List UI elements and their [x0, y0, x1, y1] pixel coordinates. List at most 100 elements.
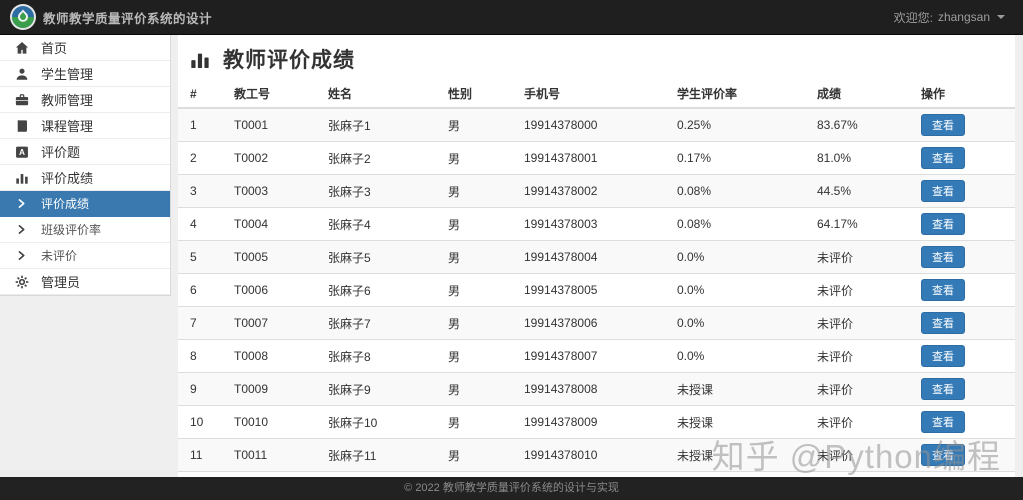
- sidebar-item-label: 评价题: [41, 142, 80, 161]
- sidebar-item-5[interactable]: A 评价题: [0, 139, 170, 165]
- sidebar-item-4[interactable]: 课程管理: [0, 113, 170, 139]
- copyright-text: © 2022 教师教学质量评价系统的设计与实现: [404, 482, 619, 494]
- view-button[interactable]: 查看: [921, 411, 965, 433]
- column-header-7: 成绩: [809, 80, 913, 108]
- cell-教工号: T0001: [226, 108, 320, 142]
- cell-成绩: 未评价: [809, 307, 913, 340]
- cell-#: 8: [178, 340, 226, 373]
- column-header-8: 操作: [913, 80, 1015, 108]
- cell-手机号: 19914378006: [516, 307, 669, 340]
- view-button[interactable]: 查看: [921, 345, 965, 367]
- username: zhangsan: [938, 10, 990, 24]
- book-icon: [14, 118, 29, 133]
- cell-actions: 查看: [913, 241, 1015, 274]
- sidebar-item-2[interactable]: 学生管理: [0, 61, 170, 87]
- view-button[interactable]: 查看: [921, 180, 965, 202]
- table-row: 2T0002张麻子2男199143780010.17%81.0%查看: [178, 142, 1015, 175]
- view-button[interactable]: 查看: [921, 279, 965, 301]
- sidebar-item-8[interactable]: 班级评价率: [0, 217, 170, 243]
- chevron-right-icon: [14, 222, 29, 237]
- cell-学生评价率: 0.08%: [669, 175, 809, 208]
- cell-教工号: T0003: [226, 175, 320, 208]
- cell-#: 11: [178, 439, 226, 472]
- sidebar-item-10[interactable]: 管理员: [0, 269, 170, 295]
- cell-教工号: T0011: [226, 439, 320, 472]
- cell-性别: 男: [440, 406, 516, 439]
- cell-教工号: T0008: [226, 340, 320, 373]
- cell-性别: 男: [440, 208, 516, 241]
- column-header-2: 教工号: [226, 80, 320, 108]
- briefcase-icon: [14, 92, 29, 107]
- cell-姓名: 张麻子10: [320, 406, 440, 439]
- cell-#: 6: [178, 274, 226, 307]
- cell-actions: 查看: [913, 340, 1015, 373]
- cell-教工号: T0009: [226, 373, 320, 406]
- cell-手机号: 19914378007: [516, 340, 669, 373]
- view-button[interactable]: 查看: [921, 147, 965, 169]
- sidebar-item-3[interactable]: 教师管理: [0, 87, 170, 113]
- cell-姓名: 张麻子2: [320, 142, 440, 175]
- chevron-right-icon: [14, 248, 29, 263]
- cell-学生评价率: 0.0%: [669, 274, 809, 307]
- table-row: 9T0009张麻子9男19914378008未授课未评价查看: [178, 373, 1015, 406]
- cell-手机号: 19914378002: [516, 175, 669, 208]
- cell-actions: 查看: [913, 142, 1015, 175]
- cell-actions: 查看: [913, 274, 1015, 307]
- table-row: 3T0003张麻子3男199143780020.08%44.5%查看: [178, 175, 1015, 208]
- column-header-3: 姓名: [320, 80, 440, 108]
- cell-学生评价率: 未授课: [669, 373, 809, 406]
- sidebar-item-9[interactable]: 未评价: [0, 243, 170, 269]
- cell-教工号: T0005: [226, 241, 320, 274]
- cell-成绩: 未评价: [809, 373, 913, 406]
- view-button[interactable]: 查看: [921, 378, 965, 400]
- cell-手机号: 19914378003: [516, 208, 669, 241]
- cell-教工号: T0006: [226, 274, 320, 307]
- view-button[interactable]: 查看: [921, 444, 965, 466]
- sidebar-item-7[interactable]: 评价成绩: [0, 191, 170, 217]
- cell-成绩: 未评价: [809, 340, 913, 373]
- page: 教师教学质量评价系统的设计 欢迎您: zhangsan 首页学生管理教师管理课程…: [0, 0, 1023, 500]
- gear-icon: [14, 274, 29, 289]
- cell-性别: 男: [440, 274, 516, 307]
- footer: © 2022 教师教学质量评价系统的设计与实现: [0, 477, 1023, 500]
- cell-手机号: 19914378010: [516, 439, 669, 472]
- cell-学生评价率: 0.0%: [669, 340, 809, 373]
- user-icon: [14, 66, 29, 81]
- cell-姓名: 张麻子8: [320, 340, 440, 373]
- view-button[interactable]: 查看: [921, 246, 965, 268]
- cell-教工号: T0004: [226, 208, 320, 241]
- caret-down-icon: [997, 15, 1005, 19]
- table-row: 7T0007张麻子7男199143780060.0%未评价查看: [178, 307, 1015, 340]
- view-button[interactable]: 查看: [921, 312, 965, 334]
- sidebar-item-1[interactable]: 首页: [0, 35, 170, 61]
- cell-姓名: 张麻子11: [320, 439, 440, 472]
- cell-姓名: 张麻子9: [320, 373, 440, 406]
- cell-actions: 查看: [913, 108, 1015, 142]
- app-title: 教师教学质量评价系统的设计: [43, 8, 212, 27]
- sidebar-item-label: 学生管理: [41, 64, 93, 83]
- column-header-4: 性别: [440, 80, 516, 108]
- cell-#: 1: [178, 108, 226, 142]
- sidebar-item-6[interactable]: 评价成绩: [0, 165, 170, 191]
- view-button[interactable]: 查看: [921, 114, 965, 136]
- view-button[interactable]: 查看: [921, 213, 965, 235]
- svg-text:A: A: [19, 147, 25, 157]
- user-dropdown[interactable]: 欢迎您: zhangsan: [894, 9, 1005, 26]
- brand: 教师教学质量评价系统的设计: [10, 4, 212, 30]
- cell-性别: 男: [440, 340, 516, 373]
- cell-姓名: 张麻子5: [320, 241, 440, 274]
- sidebar-item-label: 评价成绩: [41, 195, 89, 212]
- cell-成绩: 未评价: [809, 439, 913, 472]
- cell-手机号: 19914378000: [516, 108, 669, 142]
- cell-教工号: T0002: [226, 142, 320, 175]
- sidebar-item-label: 班级评价率: [41, 221, 101, 238]
- cell-成绩: 81.0%: [809, 142, 913, 175]
- cell-学生评价率: 0.0%: [669, 241, 809, 274]
- cell-学生评价率: 未授课: [669, 406, 809, 439]
- table-row: 1T0001张麻子1男199143780000.25%83.67%查看: [178, 108, 1015, 142]
- cell-#: 7: [178, 307, 226, 340]
- cell-学生评价率: 未授课: [669, 439, 809, 472]
- chevron-right-icon: [14, 196, 29, 211]
- sidebar-item-label: 评价成绩: [41, 168, 93, 187]
- cell-学生评价率: 0.08%: [669, 208, 809, 241]
